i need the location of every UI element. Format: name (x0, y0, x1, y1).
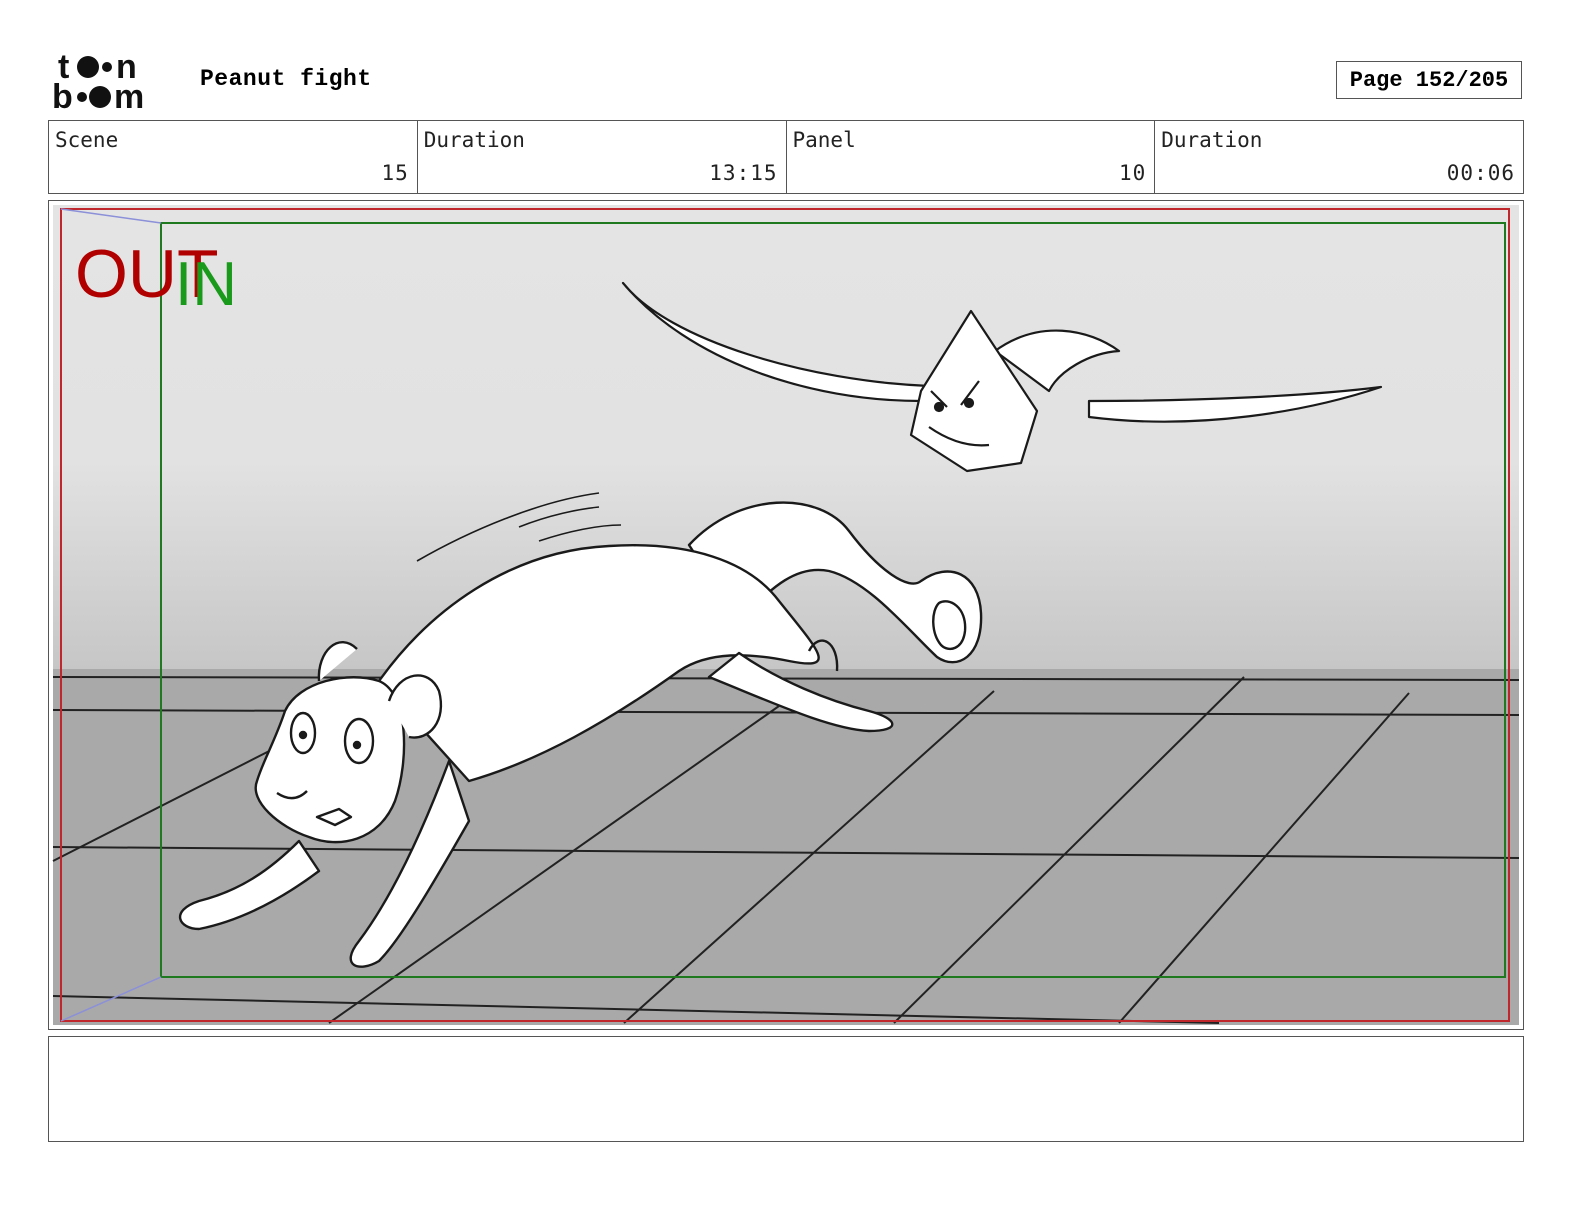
scene-value: 15 (381, 161, 409, 185)
storyboard-panel: OUT IN (48, 200, 1524, 1030)
scene-duration-cell: Duration 13:15 (418, 121, 787, 193)
panel-drawing: OUT IN (52, 205, 1520, 1025)
panel-value: 10 (1118, 161, 1147, 185)
toonboom-logo: t n b m (52, 48, 164, 116)
panel-duration-value: 00:06 (1446, 161, 1515, 185)
floor (53, 669, 1519, 1025)
panel-label: Panel (792, 128, 856, 152)
page-label: Page 152/205 (1349, 67, 1509, 93)
panel-duration-label: Duration (1161, 128, 1263, 152)
panel-cell: Panel 10 (787, 121, 1156, 193)
scene-duration-value: 13:15 (709, 161, 778, 185)
svg-text:b: b (52, 78, 73, 112)
scene-duration-label: Duration (423, 128, 525, 152)
scene-label: Scene (55, 128, 119, 152)
scene-cell: Scene 15 (49, 121, 418, 193)
panel-notes-box (48, 1036, 1524, 1142)
project-title: Peanut fight (200, 66, 372, 92)
wall-background (53, 205, 1519, 671)
page-indicator: Page 152/205 (1336, 61, 1522, 99)
svg-text:m: m (114, 78, 144, 112)
panel-info-row: Scene 15 Duration 13:15 Panel 10 Duratio… (48, 120, 1524, 194)
in-label: IN (175, 250, 237, 319)
panel-duration-cell: Duration 00:06 (1155, 121, 1523, 193)
